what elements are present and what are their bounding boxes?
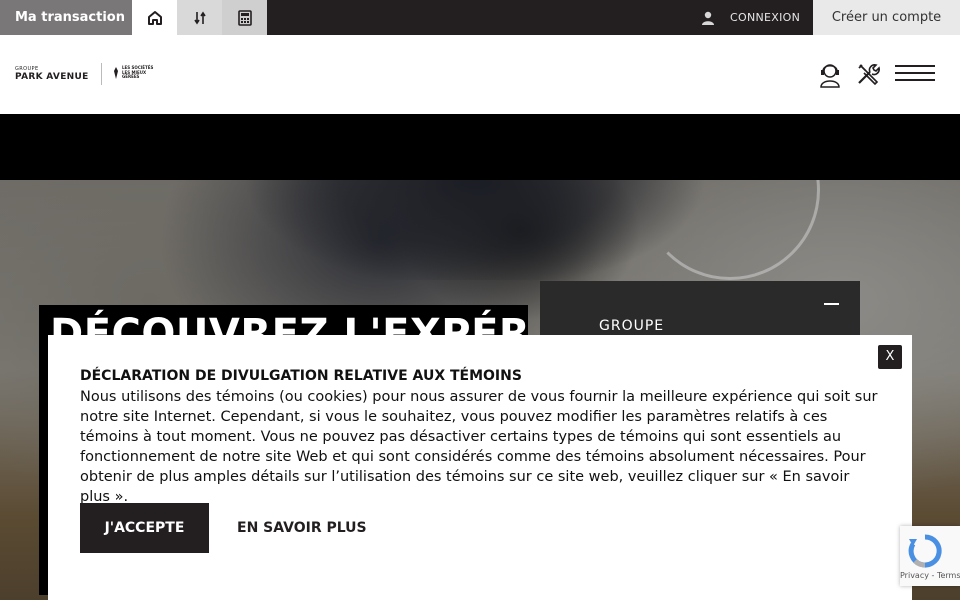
cookie-consent-dialog: X DÉCLARATION DE DIVULGATION RELATIVE AU… xyxy=(48,335,912,600)
collapse-minus-icon[interactable] xyxy=(824,303,839,305)
calculator-icon xyxy=(237,9,252,26)
menu-line xyxy=(895,79,935,81)
logo-big-text: PARK AVENUE xyxy=(15,72,89,82)
cookie-title: DÉCLARATION DE DIVULGATION RELATIVE AUX … xyxy=(80,368,522,384)
learn-more-link[interactable]: EN SAVOIR PLUS xyxy=(237,503,367,553)
cookie-body-text: Nous utilisons des témoins (ou cookies) … xyxy=(80,389,878,505)
agent-icon[interactable] xyxy=(818,62,842,88)
accept-button[interactable]: J'ACCEPTE xyxy=(80,503,209,553)
tab-calculator[interactable] xyxy=(222,0,267,35)
my-transaction-label: Ma transaction xyxy=(0,0,132,35)
logo-divider xyxy=(101,63,102,85)
tools-icon[interactable] xyxy=(856,62,880,86)
recaptcha-badge[interactable]: Privacy - Terms xyxy=(900,526,960,586)
black-band xyxy=(0,114,960,180)
recaptcha-icon xyxy=(908,534,942,568)
group-label: GROUPE xyxy=(599,318,665,334)
dollar-swap-icon xyxy=(193,11,206,24)
close-button[interactable]: X xyxy=(878,345,902,369)
menu-line xyxy=(895,65,935,67)
user-icon xyxy=(702,11,714,25)
tab-dollar-swap[interactable] xyxy=(177,0,222,35)
menu-line xyxy=(895,72,935,74)
login-label: CONNEXION xyxy=(730,11,801,24)
hamburger-menu-icon[interactable] xyxy=(895,65,935,81)
badge-text: LES SOCIÉTÉS LES MIEUX GÉRÉES xyxy=(122,65,154,79)
login-link[interactable]: CONNEXION xyxy=(700,0,800,35)
recaptcha-terms-text[interactable]: Privacy - Terms xyxy=(900,571,960,580)
best-managed-logo-icon xyxy=(114,66,118,79)
tab-house[interactable] xyxy=(132,0,177,35)
site-header: GROUPE PARK AVENUE LES SOCIÉTÉS LES MIEU… xyxy=(0,35,960,114)
top-utility-bar: Ma transaction CONNEXION Créer un compte xyxy=(0,0,960,35)
house-icon xyxy=(147,10,162,25)
best-managed-badge: LES SOCIÉTÉS LES MIEUX GÉRÉES xyxy=(112,65,156,80)
park-avenue-logo[interactable]: GROUPE PARK AVENUE xyxy=(15,66,89,82)
create-account-button[interactable]: Créer un compte xyxy=(813,0,960,35)
